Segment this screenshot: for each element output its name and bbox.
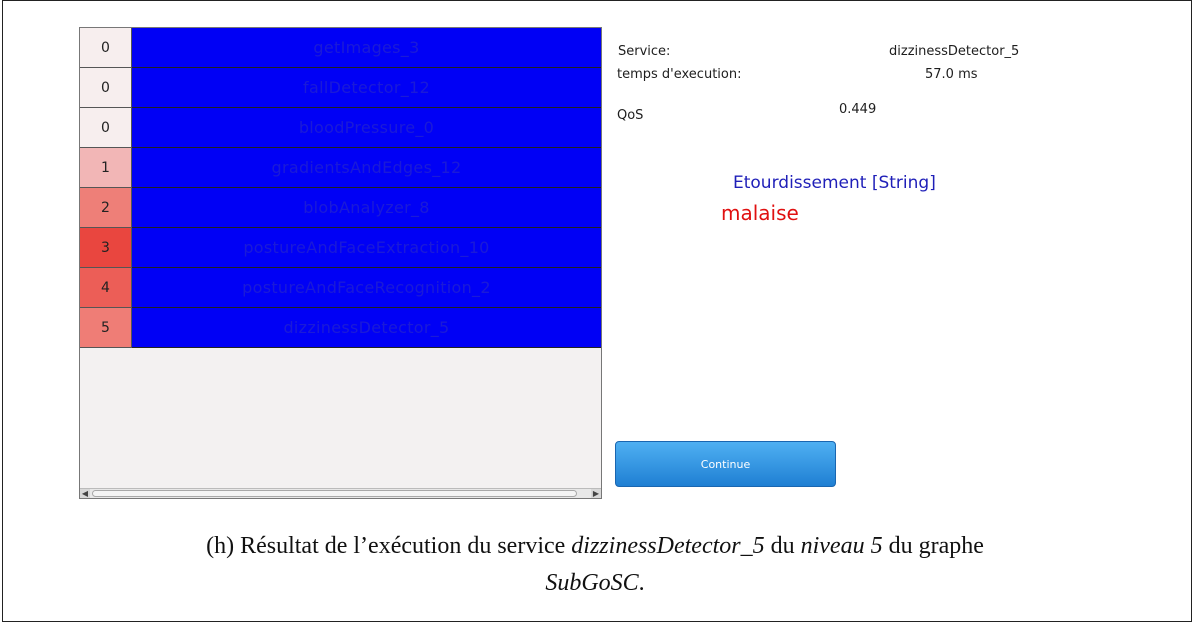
service-list[interactable]: 0 getImages_3 0 fallDetector_12 0 bloodP… [79, 27, 602, 499]
caption-level: niveau 5 [800, 533, 883, 559]
scrollbar-thumb[interactable] [92, 490, 577, 497]
caption-prefix: (h) Résultat de l’exécution du service [206, 533, 572, 559]
caption-service: dizzinessDetector_5 [571, 533, 765, 559]
level-cell: 0 [80, 108, 132, 148]
horizontal-scrollbar[interactable]: ◀ ▶ [80, 488, 601, 498]
service-name[interactable]: gradientsAndEdges_12 [132, 148, 601, 188]
caption-middle1: du [764, 533, 801, 559]
service-name[interactable]: fallDetector_12 [132, 68, 601, 108]
list-item[interactable]: 0 fallDetector_12 [80, 68, 601, 109]
list-item[interactable]: 0 bloodPressure_0 [80, 108, 601, 149]
service-name[interactable]: blobAnalyzer_8 [132, 188, 601, 228]
list-item[interactable]: 1 gradientsAndEdges_12 [80, 148, 601, 189]
list-item[interactable]: 2 blobAnalyzer_8 [80, 188, 601, 229]
time-label: temps d'execution: [617, 67, 742, 82]
service-name[interactable]: getImages_3 [132, 28, 601, 68]
level-cell: 4 [80, 268, 132, 308]
level-cell: 3 [80, 228, 132, 268]
service-name[interactable]: postureAndFaceRecognition_2 [132, 268, 601, 308]
result-value: malaise [721, 201, 799, 225]
level-cell: 2 [80, 188, 132, 228]
time-value: 57.0 ms [925, 67, 978, 82]
scroll-left-icon[interactable]: ◀ [80, 489, 90, 498]
list-item[interactable]: 4 postureAndFaceRecognition_2 [80, 268, 601, 309]
level-cell: 0 [80, 68, 132, 108]
figure-caption-line2: SubGoSC. [0, 570, 1190, 597]
service-value: dizzinessDetector_5 [889, 44, 1020, 59]
service-name[interactable]: postureAndFaceExtraction_10 [132, 228, 601, 268]
qos-label: QoS [617, 108, 644, 123]
caption-end: . [638, 570, 645, 596]
level-cell: 5 [80, 308, 132, 348]
result-label: Etourdissement [String] [733, 173, 936, 193]
service-name[interactable]: dizzinessDetector_5 [132, 308, 601, 348]
continue-button[interactable]: Continue [615, 441, 836, 487]
scroll-right-icon[interactable]: ▶ [591, 489, 601, 498]
level-cell: 0 [80, 28, 132, 68]
caption-middle2: du graphe [882, 533, 984, 559]
qos-value: 0.449 [839, 102, 877, 117]
service-name[interactable]: bloodPressure_0 [132, 108, 601, 148]
level-cell: 1 [80, 148, 132, 188]
caption-graph: SubGoSC [545, 570, 639, 596]
list-item[interactable]: 3 postureAndFaceExtraction_10 [80, 228, 601, 269]
list-item[interactable]: 0 getImages_3 [80, 28, 601, 69]
list-item[interactable]: 5 dizzinessDetector_5 [80, 308, 601, 349]
figure-caption: (h) Résultat de l’exécution du service d… [0, 533, 1190, 560]
service-label: Service: [618, 44, 671, 59]
